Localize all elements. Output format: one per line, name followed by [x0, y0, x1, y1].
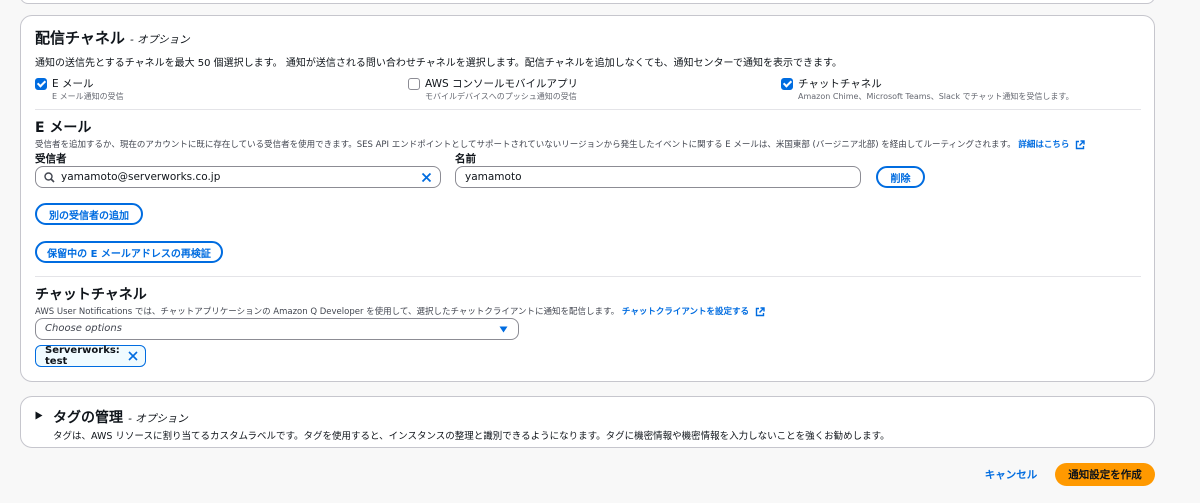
select-placeholder: Choose options	[45, 323, 122, 334]
email-channel-checkbox[interactable]	[35, 78, 47, 90]
dismiss-x-icon[interactable]	[128, 351, 138, 361]
chat-section-description: AWS User Notifications では、チャットアプリケーションの …	[35, 307, 620, 317]
divider	[35, 109, 1141, 110]
caret-down-icon	[499, 326, 508, 333]
chat-channel-sub: Amazon Chime、Microsoft Teams、Slack でチャット…	[798, 92, 1074, 101]
mobile-app-channel-sub: モバイルデバイスへのプッシュ通知の受信	[425, 92, 577, 101]
details-link[interactable]: 詳細はこちら	[1018, 140, 1069, 150]
clear-x-icon[interactable]	[421, 172, 432, 183]
mobile-app-channel-checkbox[interactable]	[408, 78, 420, 90]
name-value: yamamoto	[465, 171, 522, 183]
external-link-icon	[755, 306, 765, 316]
caret-right-icon[interactable]	[35, 411, 43, 420]
tags-optional-tag: - オプション	[128, 413, 188, 425]
chat-channel-label: チャットチャネル	[798, 78, 882, 90]
tags-heading[interactable]: タグの管理 - オプション	[53, 407, 188, 427]
previous-panel-edge	[20, 0, 1155, 4]
chat-channel-checkbox[interactable]	[781, 78, 793, 90]
configure-chat-client-link[interactable]: チャットクライアントを設定する	[622, 307, 749, 317]
delivery-heading: 配信チャネル - オプション	[35, 27, 190, 48]
create-notification-config-button[interactable]: 通知設定を作成	[1055, 463, 1155, 486]
mobile-app-channel-label: AWS コンソールモバイルアプリ	[425, 78, 578, 90]
email-section-description-wrap: 受信者を追加するか、現在のアカウントに既に存在している受信者を使用できます。SE…	[35, 138, 1085, 150]
tags-description: タグは、AWS リソースに割り当てるカスタムラベルです。タグを使用すると、インス…	[53, 431, 890, 442]
email-section-description: 受信者を追加するか、現在のアカウントに既に存在している受信者を使用できます。SE…	[35, 140, 1016, 150]
delivery-optional-tag: - オプション	[129, 34, 190, 46]
recipient-search-input[interactable]: yamamoto@serverworks.co.jp	[35, 166, 441, 188]
email-channel-label: E メール	[52, 78, 94, 90]
delivery-description: 通知の送信先とするチャネルを最大 50 個選択します。 通知が送信される問い合わ…	[35, 58, 842, 69]
tags-title: タグの管理	[53, 410, 123, 426]
cancel-button[interactable]: キャンセル	[978, 463, 1044, 485]
recipient-value: yamamoto@serverworks.co.jp	[61, 171, 221, 183]
chat-client-select[interactable]: Choose options	[35, 318, 519, 340]
chat-section-title: チャットチャネル	[35, 287, 147, 303]
selected-chat-token: Serverworks: test	[35, 345, 146, 367]
delivery-title: 配信チャネル	[35, 29, 125, 47]
delete-button[interactable]: 削除	[876, 166, 925, 188]
reverify-email-button[interactable]: 保留中の E メールアドレスの再検証	[35, 241, 223, 263]
name-input[interactable]: yamamoto	[455, 166, 861, 188]
chat-section-description-wrap: AWS User Notifications では、チャットアプリケーションの …	[35, 305, 765, 317]
search-icon	[44, 172, 55, 183]
name-label: 名前	[455, 153, 476, 165]
external-link-icon	[1075, 139, 1085, 149]
add-recipient-button[interactable]: 別の受信者の追加	[35, 203, 143, 225]
delivery-channels-panel: 配信チャネル - オプション 通知の送信先とするチャネルを最大 50 個選択しま…	[20, 15, 1155, 382]
divider	[35, 276, 1141, 277]
email-channel-sub: E メール通知の受信	[52, 92, 124, 101]
recipient-label: 受信者	[35, 153, 67, 165]
tags-panel[interactable]: タグの管理 - オプション タグは、AWS リソースに割り当てるカスタムラベルで…	[20, 396, 1155, 448]
email-section-title: E メール	[35, 120, 92, 136]
